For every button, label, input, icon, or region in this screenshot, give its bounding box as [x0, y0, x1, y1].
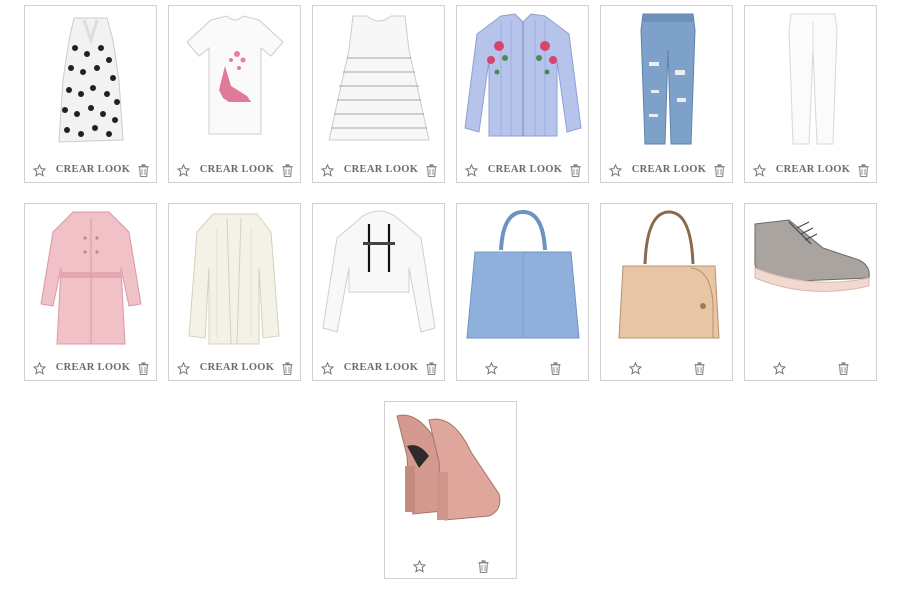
product-image[interactable]	[173, 208, 296, 346]
product-image[interactable]	[461, 208, 584, 346]
create-look-button[interactable]: CREAR LOOK	[484, 164, 566, 175]
card-actions	[745, 360, 876, 378]
product-card-embroidered-striped-shirt: CREAR LOOK	[456, 5, 589, 183]
create-look-button[interactable]: CREAR LOOK	[52, 362, 134, 373]
product-image[interactable]	[29, 10, 152, 148]
trash-icon[interactable]	[858, 164, 869, 177]
create-look-button[interactable]: CREAR LOOK	[196, 164, 278, 175]
card-actions: CREAR LOOK	[169, 360, 300, 378]
product-card-tan-handbag	[600, 203, 733, 381]
trash-icon[interactable]	[714, 164, 725, 177]
product-image[interactable]	[317, 10, 440, 148]
product-card-ripped-blue-jeans: CREAR LOOK	[600, 5, 733, 183]
product-card-polka-dot-dress: CREAR LOOK	[24, 5, 157, 183]
card-actions: CREAR LOOK	[313, 360, 444, 378]
product-card-cream-knit-cardigan: CREAR LOOK	[168, 203, 301, 381]
product-image[interactable]	[173, 10, 296, 148]
product-card-nude-platform-pumps	[384, 401, 517, 579]
product-card-white-shoe-print-tee: CREAR LOOK	[168, 5, 301, 183]
trash-icon[interactable]	[694, 362, 705, 375]
product-card-white-skinny-jeans: CREAR LOOK	[744, 5, 877, 183]
product-image[interactable]	[461, 10, 584, 148]
product-image[interactable]	[317, 208, 440, 346]
star-icon[interactable]	[465, 164, 478, 177]
star-icon[interactable]	[33, 362, 46, 375]
product-card-white-striped-top: CREAR LOOK	[312, 5, 445, 183]
star-icon[interactable]	[629, 362, 642, 375]
product-card-blue-handbag	[456, 203, 589, 381]
trash-icon[interactable]	[282, 362, 293, 375]
product-image[interactable]	[605, 10, 728, 148]
star-icon[interactable]	[485, 362, 498, 375]
card-actions	[385, 558, 516, 576]
trash-icon[interactable]	[138, 362, 149, 375]
create-look-button[interactable]: CREAR LOOK	[52, 164, 134, 175]
product-card-white-cropped-hoodie: CREAR LOOK	[312, 203, 445, 381]
card-actions: CREAR LOOK	[25, 162, 156, 180]
card-actions: CREAR LOOK	[745, 162, 876, 180]
star-icon[interactable]	[177, 164, 190, 177]
card-actions: CREAR LOOK	[25, 360, 156, 378]
card-actions: CREAR LOOK	[313, 162, 444, 180]
card-actions: CREAR LOOK	[601, 162, 732, 180]
trash-icon[interactable]	[550, 362, 561, 375]
card-actions	[457, 360, 588, 378]
create-look-button[interactable]: CREAR LOOK	[340, 164, 422, 175]
card-actions: CREAR LOOK	[169, 162, 300, 180]
star-icon[interactable]	[177, 362, 190, 375]
trash-icon[interactable]	[138, 164, 149, 177]
star-icon[interactable]	[773, 362, 786, 375]
product-card-metallic-brogues	[744, 203, 877, 381]
product-card-pink-trench-coat: CREAR LOOK	[24, 203, 157, 381]
star-icon[interactable]	[753, 164, 766, 177]
trash-icon[interactable]	[570, 164, 581, 177]
create-look-button[interactable]: CREAR LOOK	[196, 362, 278, 373]
trash-icon[interactable]	[426, 164, 437, 177]
create-look-button[interactable]: CREAR LOOK	[340, 362, 422, 373]
trash-icon[interactable]	[478, 560, 489, 573]
card-actions	[601, 360, 732, 378]
trash-icon[interactable]	[282, 164, 293, 177]
product-image[interactable]	[749, 208, 872, 346]
create-look-button[interactable]: CREAR LOOK	[628, 164, 710, 175]
star-icon[interactable]	[413, 560, 426, 573]
product-image[interactable]	[389, 406, 512, 544]
product-image[interactable]	[605, 208, 728, 346]
trash-icon[interactable]	[838, 362, 849, 375]
star-icon[interactable]	[33, 164, 46, 177]
trash-icon[interactable]	[426, 362, 437, 375]
card-actions: CREAR LOOK	[457, 162, 588, 180]
product-image[interactable]	[29, 208, 152, 346]
product-image[interactable]	[749, 10, 872, 148]
create-look-button[interactable]: CREAR LOOK	[772, 164, 854, 175]
star-icon[interactable]	[609, 164, 622, 177]
star-icon[interactable]	[321, 164, 334, 177]
star-icon[interactable]	[321, 362, 334, 375]
